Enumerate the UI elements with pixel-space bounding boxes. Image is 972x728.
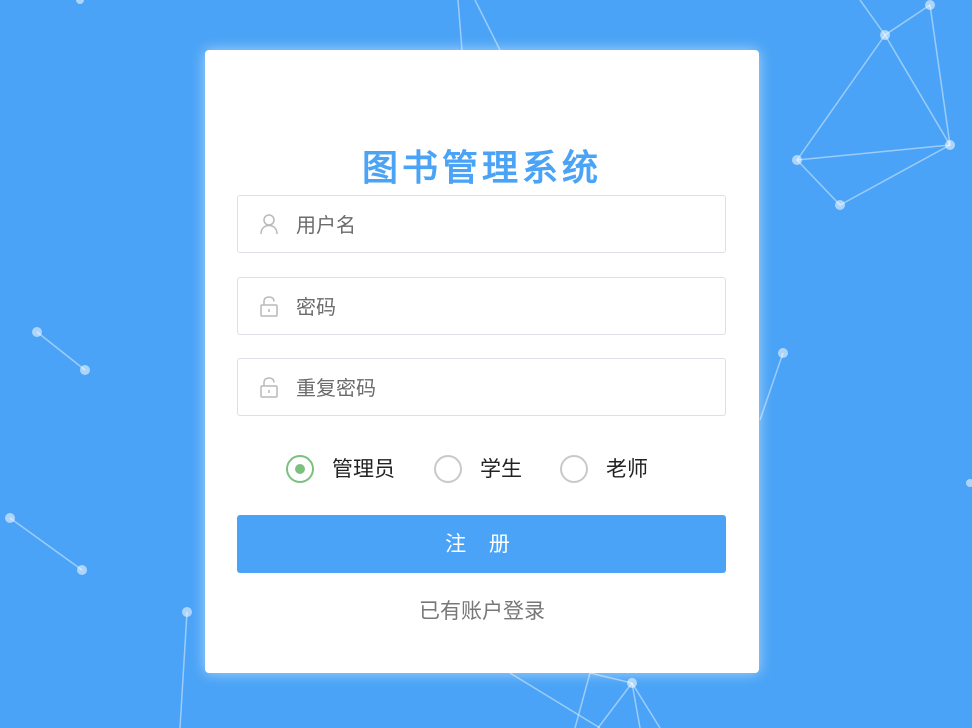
username-input[interactable] — [294, 196, 718, 254]
lock-icon — [260, 377, 278, 398]
role-label: 管理员 — [332, 457, 395, 481]
radio-button-icon[interactable] — [286, 455, 314, 483]
password-input[interactable] — [294, 278, 718, 336]
username-field[interactable] — [237, 195, 726, 254]
login-link[interactable]: 已有账户登录 — [205, 596, 759, 626]
confirm-password-input[interactable] — [294, 359, 718, 417]
radio-button-icon[interactable] — [560, 455, 588, 483]
lock-icon — [260, 296, 278, 317]
confirm-password-field[interactable] — [237, 358, 726, 417]
register-button[interactable]: 注 册 — [237, 515, 726, 573]
radio-button-icon[interactable] — [434, 455, 462, 483]
register-card: 图书管理系统 管理员 学生 — [205, 50, 759, 673]
role-radio-group: 管理员 学生 老师 — [205, 451, 759, 491]
role-label: 老师 — [606, 457, 648, 481]
user-icon — [260, 214, 278, 235]
app-title: 图书管理系统 — [361, 148, 602, 189]
role-label: 学生 — [480, 457, 522, 481]
password-field[interactable] — [237, 277, 726, 336]
